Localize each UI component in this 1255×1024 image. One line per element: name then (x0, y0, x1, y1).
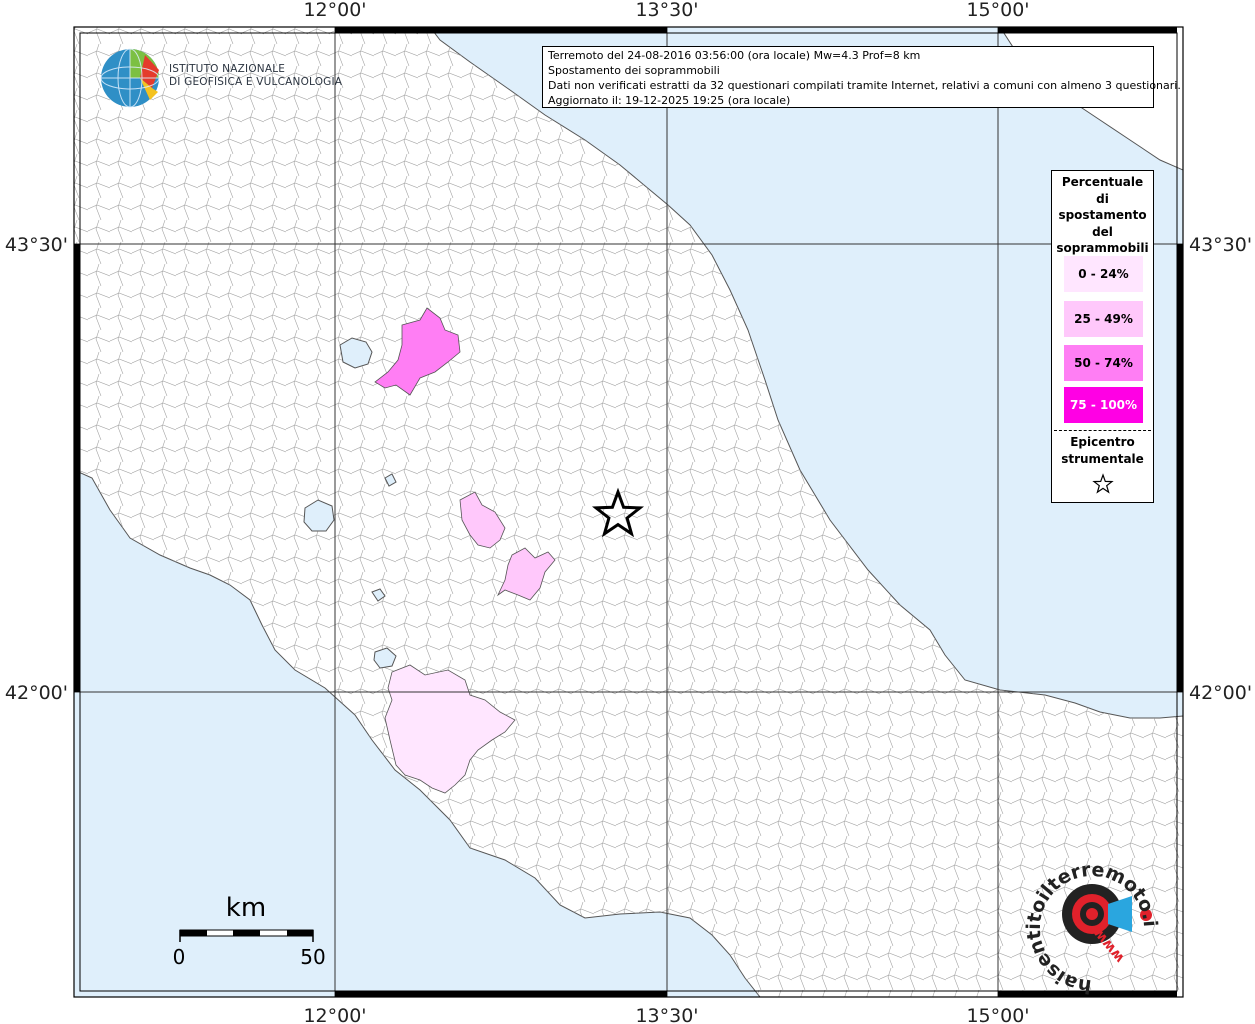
legend-title-line: Percentuale (1061, 175, 1144, 189)
lon-label-bottom-12: 12°00' (303, 1005, 366, 1024)
legend-swatch-0-24: 0 - 24% (1064, 256, 1143, 292)
legend-star-icon (1092, 473, 1114, 494)
globe-logo-icon (100, 48, 160, 108)
legend-swatch-75-100: 75 - 100% (1064, 387, 1143, 423)
legend-title-line: spostamento (1058, 208, 1147, 222)
legend-swatch-25-49: 25 - 49% (1064, 301, 1143, 337)
legend: Percentuale di spostamento del soprammob… (1051, 170, 1154, 503)
intensity-map: 12°00' 13°30' 15°00' 12°00' 13°30' 15°00… (0, 0, 1252, 1024)
lon-label-top-12: 12°00' (303, 0, 366, 21)
legend-epicenter-label: Epicentro strumentale (1052, 434, 1153, 467)
legend-epicenter-line: strumentale (1061, 451, 1144, 466)
legend-title-line: di (1096, 191, 1109, 206)
event-info-box: Terremoto del 24-08-2016 03:56:00 (ora l… (542, 46, 1181, 108)
lon-label-top-13-30: 13°30' (635, 0, 698, 21)
legend-swatch-50-74: 50 - 74% (1064, 345, 1143, 381)
lat-label-left-42: 42°00' (5, 682, 68, 704)
event-info-line4: Aggiornato il: 19-12-2025 19:25 (ora loc… (548, 94, 791, 107)
lat-label-left-43-30: 43°30' (5, 234, 68, 256)
event-info-line1: Terremoto del 24-08-2016 03:56:00 (ora l… (548, 49, 921, 62)
scale-bar-end: 50 (300, 945, 325, 969)
lon-label-bottom-15: 15°00' (966, 1005, 1029, 1024)
legend-title: Percentuale di spostamento del soprammob… (1052, 171, 1153, 257)
legend-title-line: soprammobili (1056, 241, 1149, 255)
event-info-line3: Dati non verificati estratti da 32 quest… (548, 79, 1181, 92)
event-info-line2: Spostamento dei soprammobili (548, 64, 720, 77)
legend-epicenter-line: Epicentro (1070, 435, 1135, 449)
institute-name-line2: DI GEOFISICA E VULCANOLOGIA (169, 76, 343, 88)
scale-bar-unit: km (226, 893, 266, 923)
lon-label-bottom-13-30: 13°30' (635, 1005, 698, 1024)
lon-label-top-15: 15°00' (966, 0, 1029, 21)
legend-separator (1054, 430, 1151, 431)
institute-name: ISTITUTO NAZIONALE DI GEOFISICA E VULCAN… (169, 63, 342, 89)
lat-label-right-42: 42°00' (1189, 682, 1252, 704)
institute-name-line1: ISTITUTO NAZIONALE (169, 63, 286, 75)
scale-bar-start: 0 (173, 945, 186, 969)
legend-title-line: del (1092, 224, 1113, 239)
lat-label-right-43-30: 43°30' (1189, 234, 1252, 256)
